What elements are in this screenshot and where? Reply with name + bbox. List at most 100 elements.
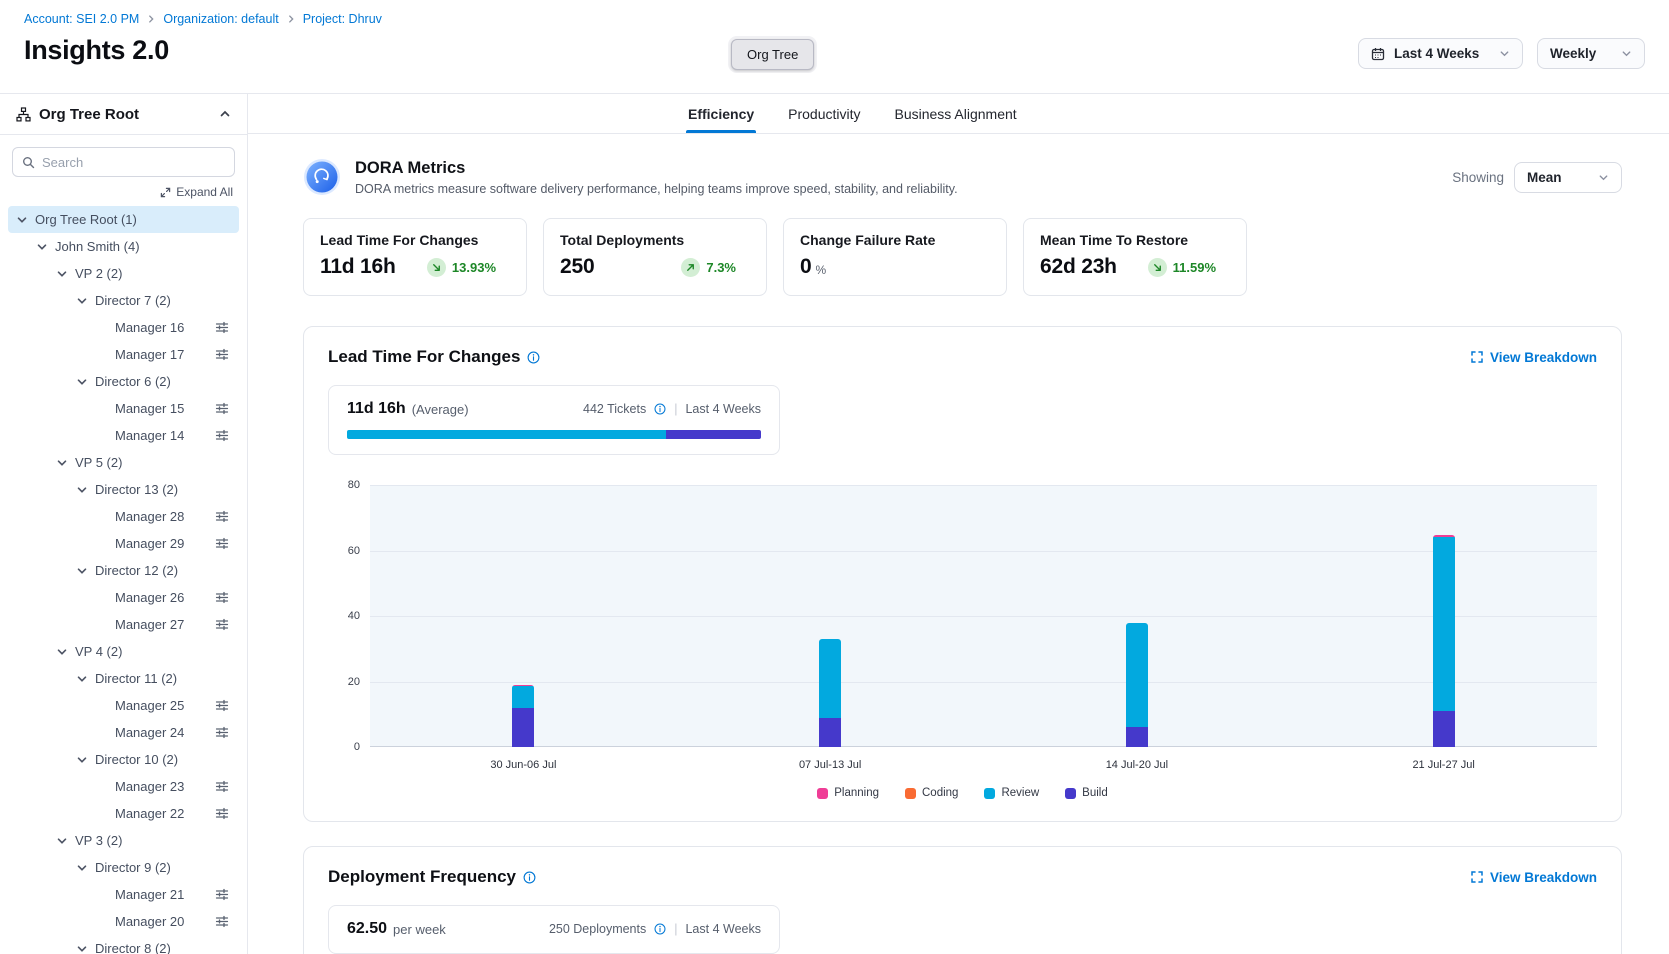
showing-select[interactable]: Mean bbox=[1514, 162, 1622, 193]
chevron-down-icon[interactable] bbox=[15, 213, 29, 227]
tree-item-director-7[interactable]: Director 7 (2) bbox=[8, 287, 239, 314]
tree-item-director-11[interactable]: Director 11 (2) bbox=[8, 665, 239, 692]
info-icon[interactable] bbox=[527, 351, 540, 364]
tab-efficiency[interactable]: Efficiency bbox=[688, 94, 754, 133]
tree-item-director-9[interactable]: Director 9 (2) bbox=[8, 854, 239, 881]
stacked-bar-30-jun-06-jul bbox=[512, 685, 534, 747]
org-tree-button[interactable]: Org Tree bbox=[731, 39, 814, 70]
calendar-icon bbox=[1371, 47, 1385, 61]
chevron-down-icon[interactable] bbox=[55, 456, 69, 470]
legend-item-coding[interactable]: Coding bbox=[905, 787, 958, 799]
insights-page: Account: SEI 2.0 PM Organization: default… bbox=[0, 0, 1669, 954]
tab-productivity[interactable]: Productivity bbox=[788, 94, 860, 133]
tree-item-label: Manager 23 bbox=[115, 779, 184, 794]
tree-item-director-8[interactable]: Director 8 (2) bbox=[8, 935, 239, 954]
legend-item-review[interactable]: Review bbox=[984, 787, 1039, 799]
tree-item-director-13[interactable]: Director 13 (2) bbox=[8, 476, 239, 503]
tree-item-manager-26[interactable]: Manager 26 bbox=[8, 584, 239, 611]
chevron-down-icon[interactable] bbox=[75, 483, 89, 497]
trend-badge: 11.59% bbox=[1148, 258, 1230, 277]
info-icon[interactable] bbox=[654, 923, 666, 935]
sliders-icon[interactable] bbox=[215, 510, 229, 523]
info-icon[interactable] bbox=[654, 403, 666, 415]
sliders-icon[interactable] bbox=[215, 348, 229, 361]
tree-item-manager-20[interactable]: Manager 20 bbox=[8, 908, 239, 935]
showing-value: Mean bbox=[1527, 170, 1562, 185]
tree-item-vp-2[interactable]: VP 2 (2) bbox=[8, 260, 239, 287]
tree-item-manager-16[interactable]: Manager 16 bbox=[8, 314, 239, 341]
sliders-icon[interactable] bbox=[215, 618, 229, 631]
breadcrumb-link-account[interactable]: Account: SEI 2.0 PM bbox=[24, 12, 139, 26]
tree-item-manager-14[interactable]: Manager 14 bbox=[8, 422, 239, 449]
chevron-down-icon[interactable] bbox=[75, 564, 89, 578]
tree-item-director-10[interactable]: Director 10 (2) bbox=[8, 746, 239, 773]
view-breakdown-label: View Breakdown bbox=[1490, 350, 1597, 365]
tree-item-label: Manager 24 bbox=[115, 725, 184, 740]
tree-item-label: VP 2 (2) bbox=[75, 266, 122, 281]
sidebar-collapse-chevron-up-icon[interactable] bbox=[219, 108, 231, 120]
sliders-icon[interactable] bbox=[215, 915, 229, 928]
tree-item-manager-23[interactable]: Manager 23 bbox=[8, 773, 239, 800]
tree-item-manager-28[interactable]: Manager 28 bbox=[8, 503, 239, 530]
tree-item-manager-27[interactable]: Manager 27 bbox=[8, 611, 239, 638]
sliders-icon[interactable] bbox=[215, 402, 229, 415]
tree-item-org-tree-root[interactable]: Org Tree Root (1) bbox=[8, 206, 239, 233]
chevron-down-icon[interactable] bbox=[75, 672, 89, 686]
legend-item-build[interactable]: Build bbox=[1065, 787, 1108, 799]
sliders-icon[interactable] bbox=[215, 537, 229, 550]
tree-item-manager-29[interactable]: Manager 29 bbox=[8, 530, 239, 557]
tree-indent-spacer bbox=[95, 699, 109, 713]
metric-card-mean-time-to-restore: Mean Time To Restore62d 23h11.59% bbox=[1023, 218, 1247, 296]
trend-percentage: 13.93% bbox=[452, 260, 496, 275]
tree-item-manager-22[interactable]: Manager 22 bbox=[8, 800, 239, 827]
sliders-icon[interactable] bbox=[215, 888, 229, 901]
lead-time-view-breakdown[interactable]: View Breakdown bbox=[1471, 350, 1597, 365]
tree-item-manager-25[interactable]: Manager 25 bbox=[8, 692, 239, 719]
tree-item-manager-24[interactable]: Manager 24 bbox=[8, 719, 239, 746]
chevron-down-icon[interactable] bbox=[35, 240, 49, 254]
x-axis-label: 30 Jun-06 Jul bbox=[370, 759, 677, 771]
chevron-down-icon[interactable] bbox=[55, 645, 69, 659]
sliders-icon[interactable] bbox=[215, 321, 229, 334]
tree-item-vp-3[interactable]: VP 3 (2) bbox=[8, 827, 239, 854]
tree-item-vp-4[interactable]: VP 4 (2) bbox=[8, 638, 239, 665]
sliders-icon[interactable] bbox=[215, 591, 229, 604]
chevron-down-icon[interactable] bbox=[55, 834, 69, 848]
tree-item-manager-17[interactable]: Manager 17 bbox=[8, 341, 239, 368]
tab-business-alignment[interactable]: Business Alignment bbox=[895, 94, 1017, 133]
dora-metric-cards: Lead Time For Changes11d 16h13.93%Total … bbox=[303, 218, 1622, 296]
deployment-view-breakdown[interactable]: View Breakdown bbox=[1471, 870, 1597, 885]
chevron-down-icon[interactable] bbox=[75, 861, 89, 875]
metric-card-total-deployments: Total Deployments2507.3% bbox=[543, 218, 767, 296]
sliders-icon[interactable] bbox=[215, 807, 229, 820]
expand-all-button[interactable]: Expand All bbox=[14, 185, 233, 199]
tree-item-label: Manager 14 bbox=[115, 428, 184, 443]
tree-item-vp-5[interactable]: VP 5 (2) bbox=[8, 449, 239, 476]
legend-item-planning[interactable]: Planning bbox=[817, 787, 879, 799]
search-input[interactable] bbox=[42, 155, 225, 170]
chevron-down-icon[interactable] bbox=[75, 753, 89, 767]
sliders-icon[interactable] bbox=[215, 699, 229, 712]
tree-item-manager-15[interactable]: Manager 15 bbox=[8, 395, 239, 422]
org-tree-icon bbox=[16, 107, 31, 122]
granularity-select[interactable]: Weekly bbox=[1537, 38, 1645, 69]
date-range-select[interactable]: Last 4 Weeks bbox=[1358, 38, 1523, 69]
breadcrumb-link-project[interactable]: Project: Dhruv bbox=[303, 12, 382, 26]
stacked-bar-21-jul-27-jul bbox=[1433, 535, 1455, 747]
chevron-down-icon[interactable] bbox=[55, 267, 69, 281]
breadcrumb-link-organization[interactable]: Organization: default bbox=[163, 12, 278, 26]
tree-item-john-smith[interactable]: John Smith (4) bbox=[8, 233, 239, 260]
tree-item-director-6[interactable]: Director 6 (2) bbox=[8, 368, 239, 395]
tree-item-director-12[interactable]: Director 12 (2) bbox=[8, 557, 239, 584]
info-icon[interactable] bbox=[523, 871, 536, 884]
chevron-down-icon[interactable] bbox=[75, 294, 89, 308]
sliders-icon[interactable] bbox=[215, 726, 229, 739]
chevron-down-icon[interactable] bbox=[75, 375, 89, 389]
chevron-down-icon[interactable] bbox=[75, 942, 89, 954]
sliders-icon[interactable] bbox=[215, 780, 229, 793]
sliders-icon[interactable] bbox=[215, 429, 229, 442]
tree-item-manager-21[interactable]: Manager 21 bbox=[8, 881, 239, 908]
tab-bar: Efficiency Productivity Business Alignment bbox=[248, 94, 1669, 134]
tree-item-label: Director 8 (2) bbox=[95, 941, 171, 954]
expand-all-icon bbox=[160, 187, 171, 198]
